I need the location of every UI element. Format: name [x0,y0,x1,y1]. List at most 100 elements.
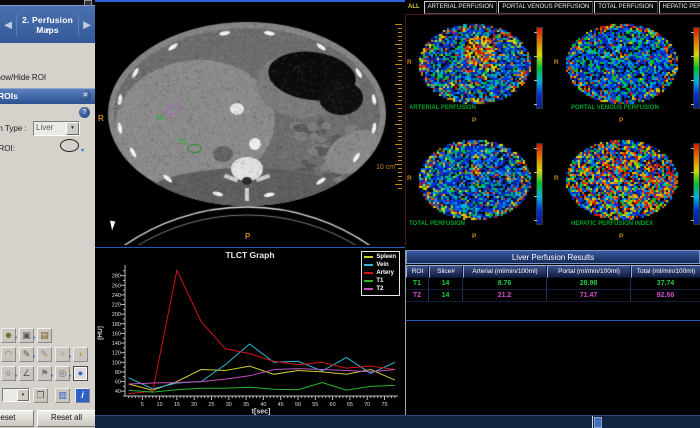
table-row-t2[interactable]: T2 14 21.2 71.47 92.66 [406,290,700,302]
cell-arterial: 8.76 [463,278,547,290]
roi-ellipse-t1[interactable] [187,144,202,153]
svg-text:40: 40 [260,402,266,408]
map-label-portal: PORTAL VENOUS PERFUSION [571,105,659,111]
orientation-posterior-label: P [619,117,624,124]
legend-entry-spleen: Spleen [364,253,396,261]
dropdown-arrow-icon[interactable]: ▼ [32,351,36,363]
measurement-ruler-major-ticks [395,24,402,190]
time-density-chart[interactable]: 40 60 80 100 120 140 160 180 200 220 240 260 280 5 10 1… [95,248,405,415]
chevron-down-icon[interactable]: ▼ [17,28,78,34]
ct-image[interactable] [95,2,403,245]
tab-portal-venous-perfusion[interactable]: PORTAL VENOUS PERFUSION [498,1,594,14]
magnify-roi-icon[interactable]: ◎ ▼ [55,366,72,382]
dropdown-arrow-icon[interactable]: ▼ [68,351,72,363]
combo-arrow-icon[interactable]: ▼ [17,389,29,401]
copy-series-icon[interactable]: ▣ ▼ [19,328,36,344]
tab-hepatic-perfusion-index[interactable]: HEPATIC PERFUSION INDEX [658,1,700,14]
colorbar-tick [691,148,694,149]
report-notebook-icon[interactable]: ▤ [37,328,52,343]
tool-preset-select[interactable]: ▼ [2,388,30,402]
legend-name: Artery [376,270,394,276]
show-hide-roi-label[interactable]: Show/Hide ROI [0,73,95,82]
dropdown-arrow-icon[interactable]: ▼ [32,332,36,344]
legend-name: T1 [376,278,384,284]
info-icon[interactable]: i [75,388,90,403]
svg-text:240: 240 [112,293,121,299]
legend-entry-t1: T1 [364,277,396,285]
svg-text:260: 260 [112,283,121,289]
cell-roi: T1 [406,278,429,290]
bean-roi-icon[interactable]: ◗ [73,347,88,362]
column-header-4: Total (ml/min/100ml) [631,265,700,278]
tooth-roi-icon[interactable]: ◠ [1,347,16,362]
perfusion-type-select[interactable]: Liver ▼ [33,121,80,136]
perfusion-map-portal[interactable] [562,20,680,106]
perfusion-maps-panel: ALL ARTERIAL PERFUSION PORTAL VENOUS PERFU… [405,0,700,415]
flag-annotation-icon[interactable]: ⚑ ▼ [37,366,54,382]
svg-text:60: 60 [115,380,121,386]
tissue-roi-ellipse-tool[interactable] [60,139,79,152]
series-t2 [128,368,395,385]
app-root: ◄ 2. Perfusion Maps ▼ ► Show/Hide ROI RO… [0,0,700,428]
rois-close-button[interactable]: ✕ [80,90,91,101]
orientation-right-label: R [407,59,412,66]
map-label-arterial: ARTERIAL PERFUSION [409,105,476,111]
rois-help-button[interactable]: ? [79,107,90,118]
pencil-roi-icon[interactable]: ✎ [37,347,52,362]
strip-divider [592,416,593,428]
dropdown-arrow-icon[interactable]: ▼ [50,370,54,382]
tlct-graph-panel: TLCT Graph 40 60 80 100 120 140 160 180 200 220 24… [95,247,405,415]
dropdown-arrow-icon[interactable]: ▼ [68,370,72,382]
chart-legend: Spleen Vein Artery T1 T2 [361,251,400,296]
column-header-2: Arterial (ml/min/100ml) [463,265,547,278]
perfusion-map-total[interactable] [415,136,533,222]
svg-text:30: 30 [226,402,232,408]
cell-total: 92.66 [631,290,700,302]
combo-arrow-icon[interactable]: ▼ [66,122,79,135]
ct-axial-viewport[interactable]: R P 10 cm T2 T1 [95,0,405,247]
tab-arterial-perfusion[interactable]: ARTERIAL PERFUSION [423,1,498,14]
empty-results-space [405,321,700,415]
results-table-area: Liver Perfusion Results ROI Slice# Arteria… [405,250,700,321]
legend-swatch [364,272,374,274]
svg-text:200: 200 [112,312,121,318]
colorbar-tick [691,220,694,221]
freehand-draw-icon[interactable]: ✎ ▼ [19,347,36,363]
seed-point-icon[interactable]: + ▼ [55,347,72,363]
reset-all-button[interactable]: Reset all [37,410,95,427]
svg-text:100: 100 [112,360,121,366]
bottom-status-strip [95,415,700,428]
circle-roi-icon[interactable]: ○ ▼ [1,366,18,382]
svg-text:20: 20 [191,402,197,408]
previous-step-button[interactable]: ◄ [0,14,17,36]
svg-text:220: 220 [112,303,121,309]
dropdown-arrow-icon[interactable]: ▼ [14,332,18,344]
copy-layout-icon[interactable]: ❐ [33,388,48,403]
tissue-roi-dropdown-icon[interactable]: ▼ [80,148,85,154]
splitter-grip[interactable] [594,417,602,428]
svg-text:140: 140 [112,341,121,347]
tab-total-perfusion[interactable]: TOTAL PERFUSION [594,1,658,14]
perfusion-map-arterial[interactable] [415,20,533,106]
svg-text:10: 10 [157,402,163,408]
tab-all[interactable]: ALL [405,1,423,12]
dropdown-arrow-icon[interactable]: ▼ [14,370,18,382]
protocol-user-icon[interactable]: ☻ ▼ [1,328,18,344]
grid-layout-icon[interactable]: ▥ [55,388,70,403]
svg-text:75: 75 [381,402,387,408]
ellipse-roi-tool-icon[interactable]: ● [73,366,88,381]
perfusion-map-hepatic[interactable] [562,136,680,222]
orientation-posterior-label: P [245,232,251,241]
orientation-posterior-label: P [472,233,477,240]
map-cell-total: R TOTAL PERFUSION P [406,131,553,247]
svg-text:50: 50 [295,402,301,408]
reset-button[interactable]: Reset [0,410,34,427]
map-label-total: TOTAL PERFUSION [409,221,466,227]
cell-slice#: 14 [429,290,463,302]
table-row-t1[interactable]: T1 14 8.76 28.98 37.74 [406,278,700,290]
colorbar-tick [534,196,537,197]
next-step-button[interactable]: ► [78,14,95,36]
colorbar-tick [534,104,537,105]
angle-measure-icon[interactable]: ∠ [19,366,34,381]
colorbar-tick [534,172,537,173]
